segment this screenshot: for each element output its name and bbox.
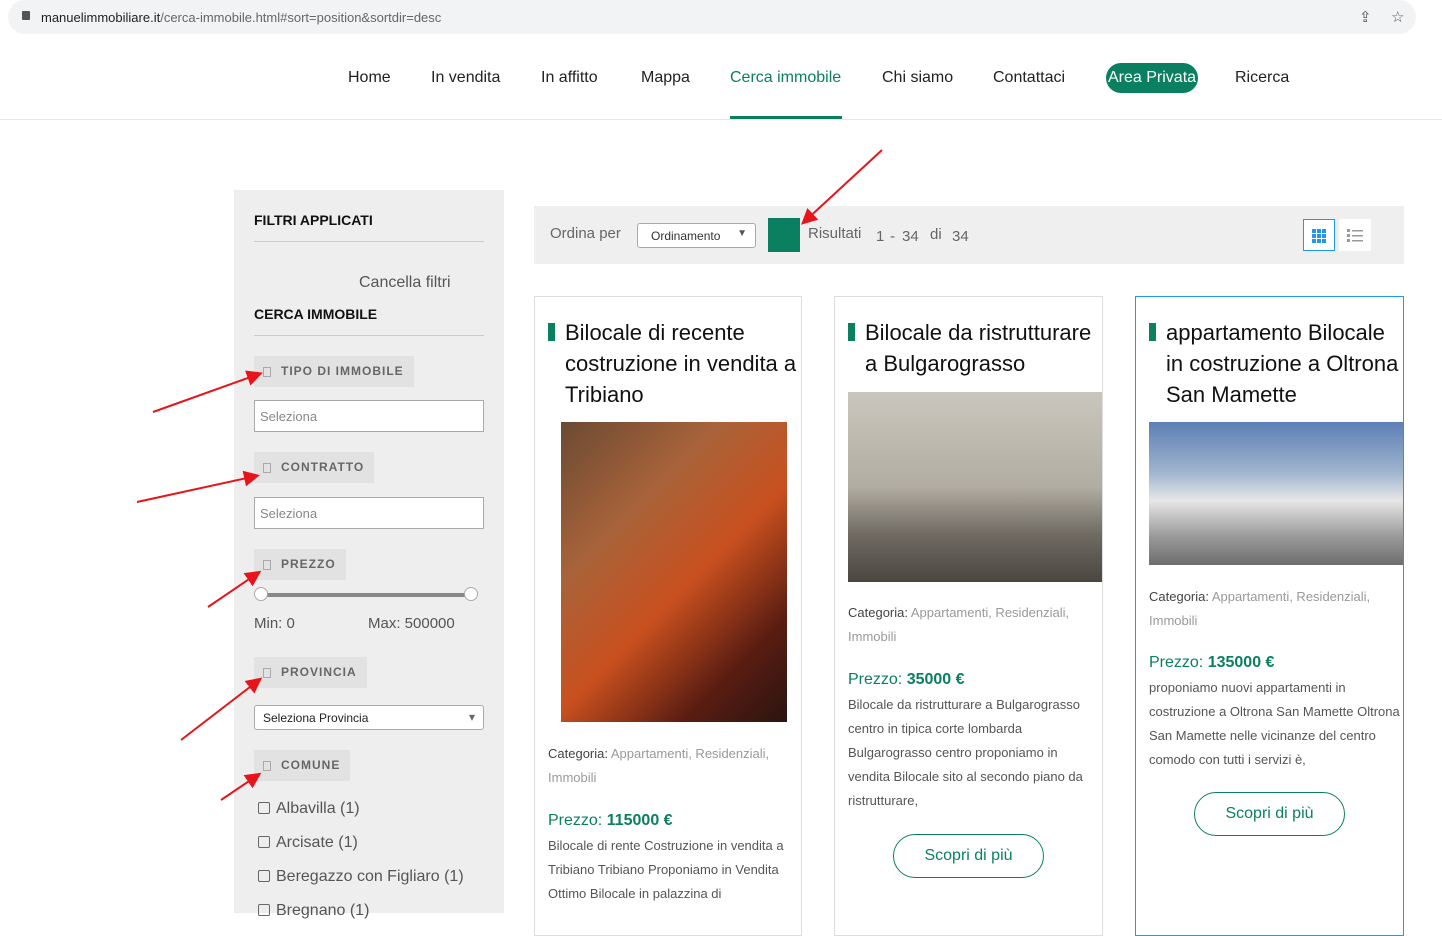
comune-checkbox[interactable]: Bregnano (1) (258, 902, 369, 920)
nav-chi-siamo[interactable]: Chi siamo (882, 69, 953, 87)
url-text[interactable]: manuelimmobiliare.it/cerca-immobile.html… (41, 10, 441, 25)
filter-prezzo-label[interactable]: PREZZO (254, 549, 346, 580)
clear-filters-link[interactable]: Cancella filtri (359, 274, 451, 292)
card-price: Prezzo: 135000 € (1149, 654, 1275, 671)
card-category: Categoria: Appartamenti, Residenziali, I… (848, 605, 1070, 644)
list-view-button[interactable] (1339, 219, 1371, 251)
card-category: Categoria: Appartamenti, Residenziali, I… (548, 746, 770, 785)
sort-label: Ordina per (550, 225, 621, 242)
contratto-select[interactable]: Seleziona (254, 497, 484, 529)
property-photo[interactable] (848, 392, 1102, 582)
property-photo[interactable] (561, 422, 787, 722)
share-icon[interactable]: ⇪ (1359, 8, 1372, 26)
dropdown-arrow-icon: ▼ (737, 228, 747, 239)
checkbox-icon (263, 463, 271, 473)
checkbox-icon (263, 761, 271, 771)
lock-icon (22, 11, 30, 20)
results-total: 34 (952, 228, 969, 245)
results-from: 1 (876, 228, 885, 245)
list-icon (1347, 229, 1363, 242)
slider-max-handle[interactable] (464, 587, 478, 601)
card-description: Bilocale da ristrutturare a Bulgarograss… (848, 697, 1083, 808)
slider-min-handle[interactable] (254, 587, 268, 601)
nav-in-vendita[interactable]: In vendita (431, 69, 500, 87)
filter-contratto-label[interactable]: CONTRATTO (254, 452, 375, 483)
results-dash: - (890, 228, 895, 245)
filters-sidebar: FILTRI APPLICATI Cancella filtri CERCA I… (234, 190, 504, 919)
card-title[interactable]: Bilocale da ristrutturare a Bulgarograss… (848, 317, 1103, 379)
property-card[interactable]: Bilocale di recente costruzione in vendi… (534, 296, 802, 936)
sort-select[interactable]: Ordinamento ▼ (637, 223, 756, 248)
nav-contattaci[interactable]: Contattaci (993, 69, 1065, 87)
card-category: Categoria: Appartamenti, Residenziali, I… (1149, 589, 1371, 628)
nav-home[interactable]: Home (348, 69, 391, 87)
star-icon[interactable]: ☆ (1391, 8, 1404, 26)
address-bar[interactable]: manuelimmobiliare.it/cerca-immobile.html… (8, 0, 1416, 34)
active-underline (730, 116, 842, 119)
price-min: Min: 0 (254, 615, 295, 632)
applied-filters-title: FILTRI APPLICATI (254, 212, 373, 228)
filter-comune-label[interactable]: COMUNE (254, 750, 351, 781)
card-title[interactable]: Bilocale di recente costruzione in vendi… (548, 317, 798, 410)
divider (254, 335, 484, 336)
discover-more-button[interactable]: Scopri di più (893, 834, 1044, 878)
green-square (768, 218, 800, 252)
property-card[interactable]: appartamento Bilocale in costruzione a O… (1135, 296, 1404, 936)
grid-view-button[interactable] (1303, 219, 1335, 251)
divider (254, 241, 484, 242)
checkbox-icon (263, 560, 271, 570)
tipo-select[interactable]: Seleziona (254, 400, 484, 432)
card-price: Prezzo: 115000 € (548, 812, 673, 829)
grid-icon (1312, 229, 1326, 243)
comune-checkbox[interactable]: Arcisate (1) (258, 834, 358, 852)
provincia-select[interactable]: Seleziona Provincia (254, 705, 484, 730)
filter-provincia-label[interactable]: PROVINCIA (254, 657, 367, 688)
search-title: CERCA IMMOBILE (254, 306, 378, 322)
property-card[interactable]: Bilocale da ristrutturare a Bulgarograss… (834, 296, 1103, 936)
nav-area-privata[interactable]: Area Privata (1106, 63, 1199, 93)
card-description: proponiamo nuovi appartamenti in costruz… (1149, 680, 1400, 767)
results-of: di (930, 226, 942, 243)
price-slider[interactable] (254, 587, 478, 601)
card-description: Bilocale di rente Costruzione in vendita… (548, 838, 784, 901)
results-to: 34 (902, 228, 919, 245)
discover-more-button[interactable]: Scopri di più (1194, 792, 1345, 836)
filter-tipo-label[interactable]: TIPO DI IMMOBILE (254, 356, 414, 387)
nav-cerca-immobile[interactable]: Cerca immobile (730, 69, 841, 87)
checkbox-icon (263, 367, 271, 377)
results-toolbar: Ordina per Ordinamento ▼ Risultati 1 - 34… (534, 206, 1404, 264)
comune-checkbox[interactable]: Albavilla (1) (258, 800, 360, 818)
card-price: Prezzo: 35000 € (848, 671, 965, 688)
property-photo[interactable] (1149, 422, 1403, 565)
card-title[interactable]: appartamento Bilocale in costruzione a O… (1149, 317, 1404, 410)
main-nav: Home In vendita In affitto Mappa Cerca i… (0, 38, 1442, 120)
price-max: Max: 500000 (368, 615, 455, 632)
checkbox-icon (263, 668, 271, 678)
nav-mappa[interactable]: Mappa (641, 69, 690, 87)
results-label: Risultati (808, 225, 862, 242)
nav-in-affitto[interactable]: In affitto (541, 69, 598, 87)
nav-ricerca[interactable]: Ricerca (1235, 69, 1289, 87)
comune-checkbox[interactable]: Beregazzo con Figliaro (1) (258, 868, 464, 886)
